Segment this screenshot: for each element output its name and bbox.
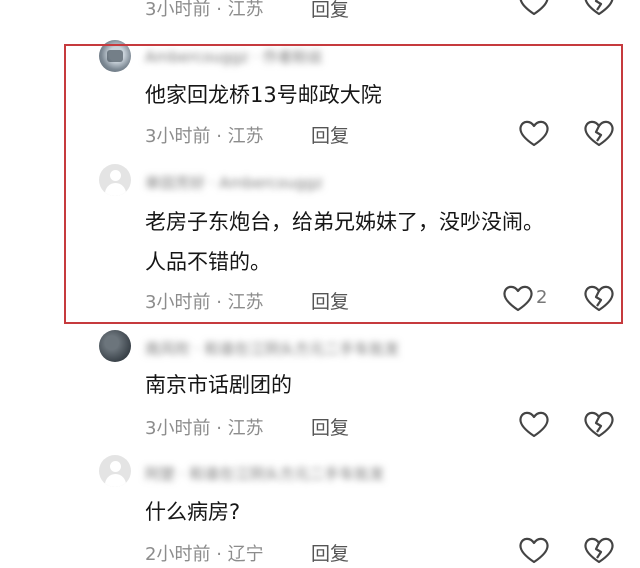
comment-meta: 3小时前 · 江苏 bbox=[145, 122, 264, 148]
meta-separator: · bbox=[216, 418, 222, 439]
comment-item: 3小时前 · 江苏 回复 bbox=[0, 0, 640, 22]
comment-location: 江苏 bbox=[227, 292, 264, 313]
default-user-icon bbox=[110, 461, 121, 472]
comment-item: Ambercouggz · 作者粉丝 他家回龙桥13号邮政大院 3小时前 · 江… bbox=[0, 40, 640, 160]
default-user-icon bbox=[110, 170, 121, 181]
heart-icon bbox=[519, 0, 549, 16]
comment-time: 2小时前 bbox=[145, 544, 211, 565]
comment-username[interactable]: 单田芳好 · Ambercouggz bbox=[145, 172, 323, 192]
comment-meta: 2小时前 · 辽宁 bbox=[145, 540, 264, 566]
heart-icon bbox=[519, 537, 549, 564]
broken-heart-icon bbox=[584, 537, 614, 564]
broken-heart-icon bbox=[584, 120, 614, 147]
dislike-button[interactable] bbox=[582, 283, 616, 313]
comment-text-line: 人品不错的。 bbox=[145, 250, 271, 274]
broken-heart-icon bbox=[584, 0, 614, 16]
reply-button[interactable]: 回复 bbox=[311, 287, 349, 314]
like-button[interactable] bbox=[517, 535, 551, 565]
dislike-button[interactable] bbox=[582, 535, 616, 565]
comment-time: 3小时前 bbox=[145, 126, 211, 147]
comment-location: 江苏 bbox=[227, 418, 264, 439]
comment-text-line: 南京市话剧团的 bbox=[145, 373, 292, 397]
like-button[interactable] bbox=[501, 283, 535, 313]
comment-location: 江苏 bbox=[227, 0, 264, 20]
broken-heart-icon bbox=[584, 285, 614, 312]
dislike-button[interactable] bbox=[582, 0, 616, 17]
avatar[interactable] bbox=[99, 330, 131, 362]
like-button[interactable] bbox=[517, 118, 551, 148]
avatar[interactable] bbox=[99, 164, 131, 196]
comment-username[interactable]: 南风吹 · 和谁在江阴头方元二手车批发 bbox=[145, 338, 399, 358]
reply-button[interactable]: 回复 bbox=[311, 121, 349, 148]
comment-text-line: 他家回龙桥13号邮政大院 bbox=[145, 83, 382, 107]
comment-item: 单田芳好 · Ambercouggz 老房子东炮台，给弟兄姊妹了，没吵没闹。 人… bbox=[0, 164, 640, 314]
comment-text: 南京市话剧团的 bbox=[145, 370, 292, 400]
comment-text-line: 老房子东炮台，给弟兄姊妹了，没吵没闹。 bbox=[145, 210, 544, 234]
avatar[interactable] bbox=[99, 455, 131, 487]
meta-separator: · bbox=[216, 544, 222, 565]
reply-button[interactable]: 回复 bbox=[311, 413, 349, 440]
avatar[interactable] bbox=[99, 40, 131, 72]
heart-icon bbox=[519, 120, 549, 147]
comment-item: 南风吹 · 和谁在江阴头方元二手车批发 南京市话剧团的 3小时前 · 江苏 回复 bbox=[0, 330, 640, 450]
comment-text: 什么病房? bbox=[145, 497, 240, 527]
comment-meta: 3小时前 · 江苏 bbox=[145, 414, 264, 440]
reply-button[interactable]: 回复 bbox=[311, 0, 349, 22]
like-button[interactable] bbox=[517, 409, 551, 439]
comment-username[interactable]: Ambercouggz · 作者粉丝 bbox=[145, 46, 323, 66]
dislike-button[interactable] bbox=[582, 409, 616, 439]
dislike-button[interactable] bbox=[582, 118, 616, 148]
heart-icon bbox=[519, 411, 549, 438]
comment-location: 江苏 bbox=[227, 126, 264, 147]
comment-time: 3小时前 bbox=[145, 0, 211, 20]
like-button[interactable] bbox=[517, 0, 551, 17]
comment-location: 辽宁 bbox=[227, 544, 264, 565]
comment-text-line: 什么病房? bbox=[145, 500, 241, 524]
comment-text: 他家回龙桥13号邮政大院 bbox=[145, 80, 382, 110]
meta-separator: · bbox=[216, 126, 222, 147]
comment-meta: 3小时前 · 江苏 bbox=[145, 288, 264, 314]
comment-item: 阿楚 · 和谁在江阴头方元二手车批发 什么病房? 2小时前 · 辽宁 回复 bbox=[0, 455, 640, 568]
like-count: 2 bbox=[536, 287, 548, 308]
meta-separator: · bbox=[216, 292, 222, 313]
comment-time: 3小时前 bbox=[145, 292, 211, 313]
broken-heart-icon bbox=[584, 411, 614, 438]
meta-separator: · bbox=[216, 0, 222, 20]
comment-username[interactable]: 阿楚 · 和谁在江阴头方元二手车批发 bbox=[145, 463, 384, 483]
comment-time: 3小时前 bbox=[145, 418, 211, 439]
reply-button[interactable]: 回复 bbox=[311, 539, 349, 566]
comment-meta: 3小时前 · 江苏 bbox=[145, 0, 264, 21]
comment-text: 老房子东炮台，给弟兄姊妹了，没吵没闹。 人品不错的。 bbox=[145, 207, 544, 277]
heart-icon bbox=[503, 285, 533, 312]
